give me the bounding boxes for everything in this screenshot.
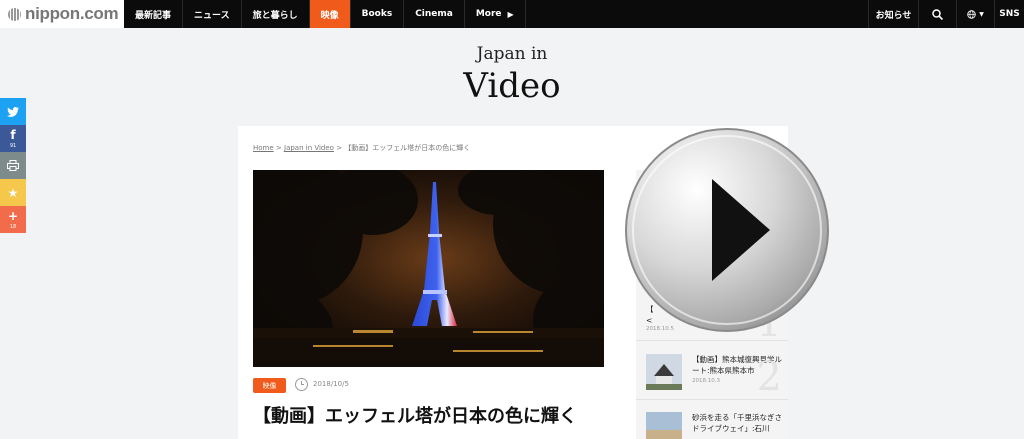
play-icon[interactable]: [624, 127, 830, 333]
notice-link[interactable]: お知らせ: [868, 0, 918, 28]
sns-button[interactable]: SNS: [994, 0, 1024, 28]
top-nav-bar: nippon.com 最新記事 ニュース 旅と暮らし 映像 Books Cine…: [0, 0, 1024, 28]
facebook-share-count: 91: [9, 143, 17, 149]
hero-image-eiffel-tower[interactable]: [253, 170, 604, 367]
share-sidebar: f 91 ★ + 18: [0, 98, 26, 233]
search-icon: [932, 8, 943, 20]
publish-date: 2018/10/5: [313, 380, 349, 388]
caret-right-icon: ▶: [507, 9, 514, 19]
nav-item-latest[interactable]: 最新記事: [124, 0, 184, 28]
nav-more-label: More: [475, 9, 502, 19]
add-share-count: 18: [9, 224, 17, 230]
nav-item-news[interactable]: ニュース: [183, 0, 242, 28]
print-button[interactable]: [0, 152, 26, 179]
ranking-item[interactable]: 【動画】熊本城復興見学ルート:熊本県熊本市 2018.10.3 2: [636, 346, 788, 400]
clock-icon: [295, 378, 308, 391]
twitter-icon: [7, 106, 19, 117]
plus-icon: +: [7, 209, 19, 223]
section-subtitle: Japan in: [476, 44, 548, 64]
star-icon: ★: [7, 185, 19, 200]
logo-text: nippon.com: [25, 4, 119, 23]
main-nav: 最新記事 ニュース 旅と暮らし 映像 Books Cinema More ▶: [124, 0, 526, 28]
breadcrumb-section-link[interactable]: Japan in Video: [284, 144, 334, 152]
nav-item-cinema[interactable]: Cinema: [404, 0, 465, 28]
facebook-share-button[interactable]: f 91: [0, 125, 26, 152]
globe-icon: [967, 9, 976, 19]
chevron-down-icon: ▼: [979, 10, 984, 18]
ranking-thumbnail: [646, 412, 682, 439]
print-icon: [7, 160, 19, 171]
ranking-item-date: 2018.10.3: [692, 378, 720, 384]
language-button[interactable]: ▼: [956, 0, 994, 28]
breadcrumb-current: 【動画】エッフェル塔が日本の色に輝く: [344, 144, 471, 152]
ranking-item-title: 砂浜を走る「千里浜なぎさドライブウェイ」:石川: [692, 413, 782, 433]
ranking-number: 2: [756, 354, 782, 400]
nav-item-more[interactable]: More ▶: [465, 0, 526, 28]
ranking-item[interactable]: 砂浜を走る「千里浜なぎさドライブウェイ」:石川: [636, 406, 788, 439]
breadcrumb: Home > Japan in Video > 【動画】エッフェル塔が日本の色に…: [253, 143, 470, 153]
nav-item-books[interactable]: Books: [351, 0, 405, 28]
category-badge[interactable]: 映像: [253, 378, 286, 393]
article-title: 【動画】エッフェル塔が日本の色に輝く: [253, 406, 577, 427]
nav-item-video[interactable]: 映像: [309, 0, 351, 28]
facebook-icon: f: [10, 128, 16, 142]
section-title: Video: [463, 66, 561, 106]
site-logo[interactable]: nippon.com: [0, 0, 124, 28]
search-button[interactable]: [918, 0, 956, 28]
add-button[interactable]: + 18: [0, 206, 26, 233]
favorite-button[interactable]: ★: [0, 179, 26, 206]
nav-item-travel[interactable]: 旅と暮らし: [242, 0, 310, 28]
nav-right: お知らせ ▼ SNS: [868, 0, 1024, 28]
ranking-thumbnail: [646, 354, 682, 390]
breadcrumb-separator: >: [333, 144, 345, 152]
breadcrumb-separator: >: [273, 144, 284, 152]
breadcrumb-home-link[interactable]: Home: [253, 144, 274, 152]
logo-mark-icon: [8, 7, 21, 21]
